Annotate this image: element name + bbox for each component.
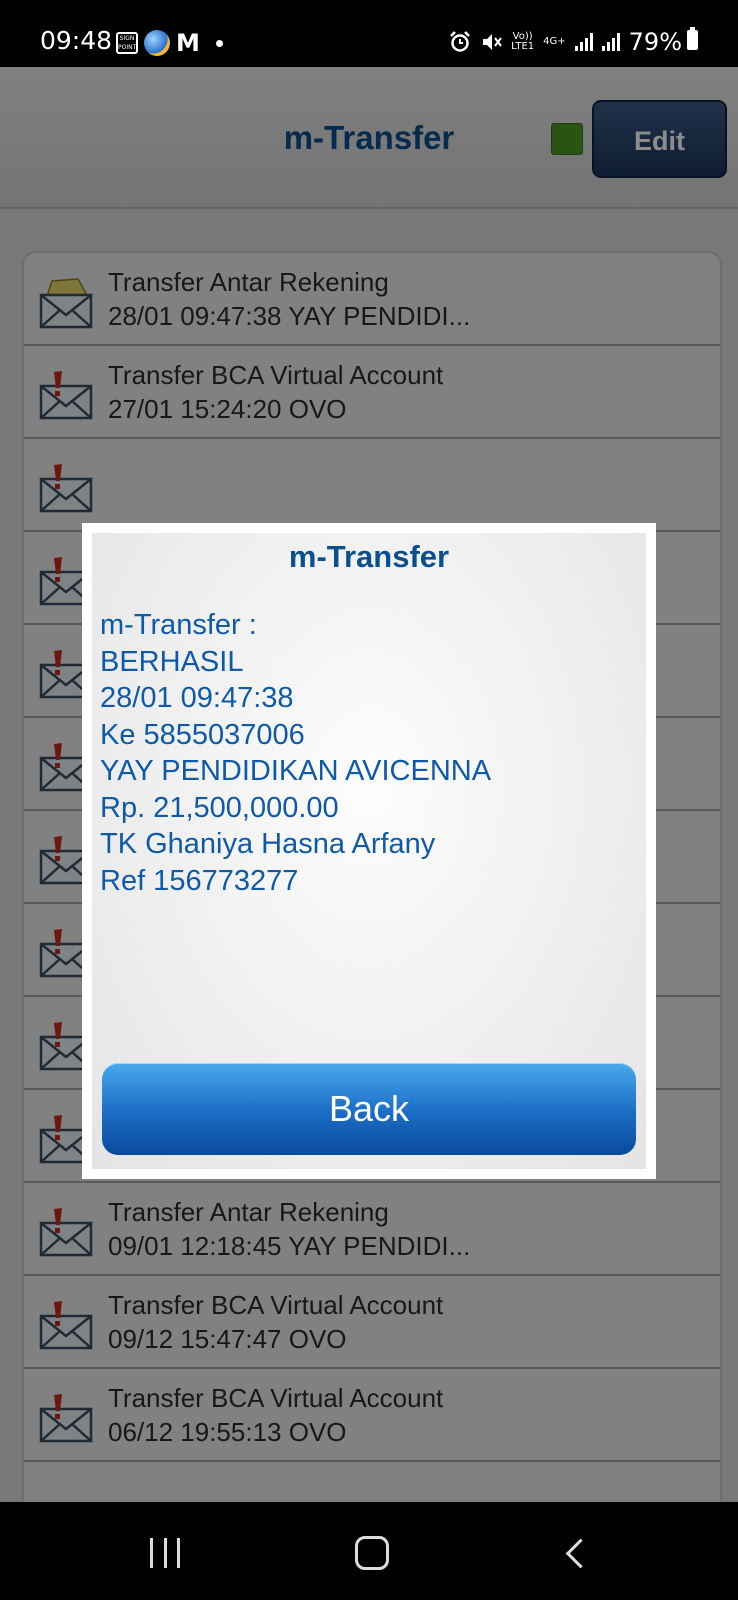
message-line: 28/01 09:47:38: [100, 682, 294, 714]
app-screen: m-Transfer Edit Transfer Antar Rekening 2…: [0, 67, 738, 1502]
result-dialog: m-Transfer m-Transfer : BERHASIL 28/01 0…: [82, 523, 656, 1179]
gmail-icon: M: [176, 29, 200, 57]
alarm-icon: [450, 31, 471, 52]
status-bar: 09:48 SIGN POINT M Vo)) LTE1 4G+ 79%: [0, 0, 738, 67]
signal-1-icon: [574, 33, 593, 51]
message-line: Ref 156773277: [100, 864, 299, 897]
signal-2-icon: [601, 33, 620, 51]
dialog-message: m-Transfer : BERHASIL 28/01 09:47:38 Ke …: [100, 607, 491, 899]
status-time: 09:48: [40, 26, 113, 55]
volte-indicator: Vo)) LTE1: [511, 32, 534, 52]
system-nav-bar: [0, 1502, 738, 1600]
sign-point-icon: SIGN POINT: [116, 32, 138, 54]
battery-percent: 79%: [628, 28, 682, 56]
dialog-body: m-Transfer m-Transfer : BERHASIL 28/01 0…: [92, 533, 646, 1169]
message-line: TK Ghaniya Hasna Arfany: [100, 828, 436, 860]
battery-icon: [687, 27, 698, 50]
system-status-icons: Vo)) LTE1 4G+ 79%: [449, 28, 682, 56]
lte-label: LTE1: [511, 41, 535, 52]
dialog-title: m-Transfer: [288, 539, 450, 574]
message-line: BERHASIL: [100, 645, 244, 678]
more-notifications-dot-icon: [215, 39, 223, 47]
message-line: Rp. 21,500,000.00: [100, 791, 339, 824]
message-line: YAY PENDIDIKAN AVICENNA: [100, 755, 492, 787]
message-line: Ke 5855037006: [100, 718, 305, 751]
notification-icons: SIGN POINT M: [116, 30, 223, 56]
mute-icon: [483, 34, 502, 50]
network-type: 4G+: [543, 36, 566, 47]
home-icon[interactable]: [355, 1536, 389, 1570]
back-icon[interactable]: [565, 1538, 596, 1569]
back-button[interactable]: Back: [102, 1063, 636, 1155]
recents-icon[interactable]: [150, 1538, 180, 1568]
message-line: m-Transfer :: [100, 609, 257, 641]
globe-app-icon: [144, 30, 170, 56]
